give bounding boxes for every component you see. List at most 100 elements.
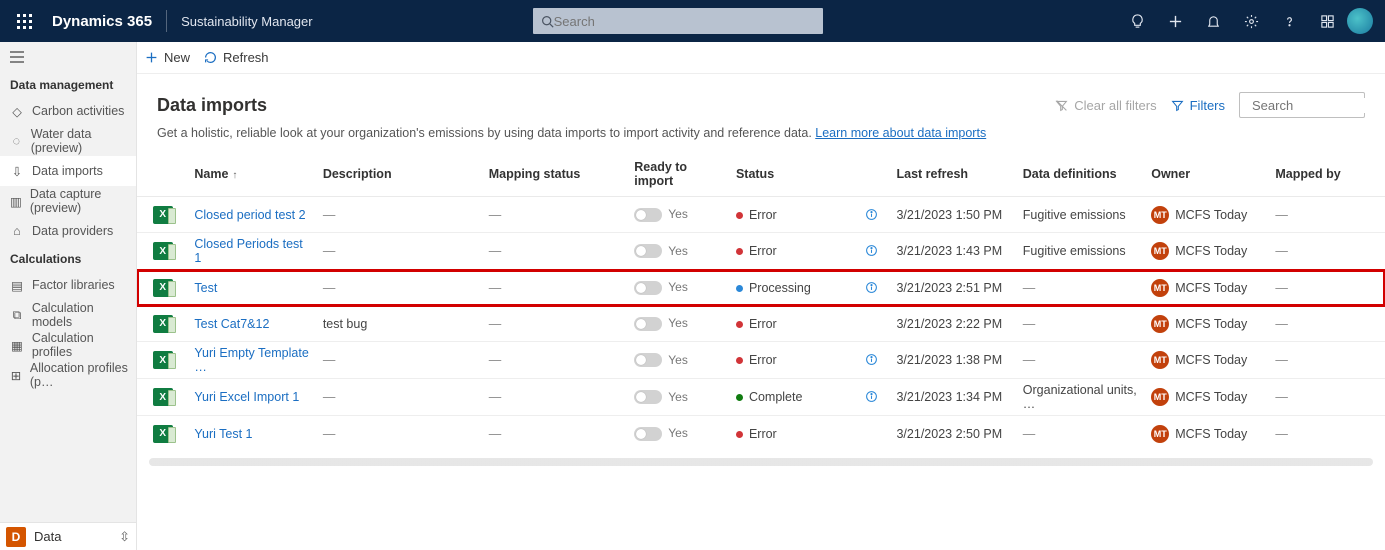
user-avatar[interactable] — [1347, 8, 1373, 34]
plus-icon[interactable] — [1157, 3, 1193, 39]
status-label: Error — [749, 427, 777, 441]
alloc-icon: ⊞ — [10, 368, 22, 382]
nav-alloc-profiles[interactable]: ⊞Allocation profiles (p… — [0, 360, 136, 390]
table-row[interactable]: XYuri Test 1——YesError3/21/2023 2:50 PM—… — [137, 416, 1385, 452]
chevron-updown-icon: ⇳ — [119, 529, 130, 545]
horizontal-scrollbar[interactable] — [149, 458, 1373, 466]
app-launcher-icon[interactable] — [6, 3, 42, 39]
nav-calc-models[interactable]: ⧉Calculation models — [0, 300, 136, 330]
ready-toggle[interactable] — [634, 317, 662, 331]
sort-asc-icon: ↑ — [232, 170, 237, 181]
table-row[interactable]: XTest Cat7&12test bug—YesError3/21/2023 … — [137, 306, 1385, 342]
owner-chip[interactable]: MTMCFS Today — [1151, 206, 1247, 224]
status-dot — [736, 285, 743, 292]
grid-search[interactable] — [1239, 92, 1365, 118]
row-name-link[interactable]: Closed period test 2 — [194, 208, 305, 222]
new-button[interactable]: New — [145, 50, 190, 65]
owner-label: MCFS Today — [1175, 208, 1247, 222]
info-icon[interactable] — [865, 353, 878, 366]
nav-data-imports[interactable]: ⇩Data imports — [0, 156, 136, 186]
import-icon: ⇩ — [10, 164, 24, 178]
command-bar: New Refresh — [137, 42, 1385, 74]
top-bar: Dynamics 365 Sustainability Manager — [0, 0, 1385, 42]
excel-icon: X — [153, 206, 173, 224]
col-mapping[interactable]: Mapping status — [483, 152, 629, 197]
owner-chip[interactable]: MTMCFS Today — [1151, 425, 1247, 443]
info-icon[interactable] — [865, 244, 878, 257]
cell-dash: — — [1023, 317, 1036, 331]
table-row[interactable]: XClosed Periods test 1——YesError3/21/202… — [137, 233, 1385, 270]
grid-icon[interactable] — [1309, 3, 1345, 39]
nav-label: Carbon activities — [32, 104, 124, 118]
col-name[interactable]: Name↑ — [188, 152, 316, 197]
owner-chip[interactable]: MTMCFS Today — [1151, 315, 1247, 333]
lightbulb-icon[interactable] — [1119, 3, 1155, 39]
cell-refresh: 3/21/2023 2:50 PM — [890, 416, 1016, 452]
nav-data-providers[interactable]: ⌂Data providers — [0, 216, 136, 246]
row-name-link[interactable]: Test Cat7&12 — [194, 317, 269, 331]
ready-toggle[interactable] — [634, 244, 662, 258]
nav-calc-profiles[interactable]: ▦Calculation profiles — [0, 330, 136, 360]
help-icon[interactable] — [1271, 3, 1307, 39]
nav-water-data[interactable]: ◌Water data (preview) — [0, 126, 136, 156]
owner-chip[interactable]: MTMCFS Today — [1151, 279, 1247, 297]
row-name-link[interactable]: Yuri Test 1 — [194, 427, 252, 441]
col-mapped[interactable]: Mapped by — [1269, 152, 1385, 197]
row-name-link[interactable]: Yuri Empty Template … — [194, 346, 308, 374]
col-def[interactable]: Data definitions — [1017, 152, 1145, 197]
app-name-label[interactable]: Sustainability Manager — [171, 14, 313, 29]
owner-label: MCFS Today — [1175, 427, 1247, 441]
col-owner[interactable]: Owner — [1145, 152, 1269, 197]
filters-button[interactable]: Filters — [1171, 98, 1225, 113]
gear-icon[interactable] — [1233, 3, 1269, 39]
status-dot — [736, 248, 743, 255]
nav-carbon-activities[interactable]: ◇Carbon activities — [0, 96, 136, 126]
global-search[interactable] — [533, 8, 823, 34]
info-icon[interactable] — [865, 208, 878, 221]
nav-label: Data providers — [32, 224, 113, 238]
table-row[interactable]: XTest——YesProcessing3/21/2023 2:51 PM—MT… — [137, 270, 1385, 306]
col-ready[interactable]: Ready to import — [628, 152, 730, 197]
hamburger-icon[interactable] — [0, 42, 136, 72]
learn-more-link[interactable]: Learn more about data imports — [815, 126, 986, 140]
clear-filters-button[interactable]: Clear all filters — [1055, 98, 1156, 113]
table-row[interactable]: XYuri Empty Template …——YesError3/21/202… — [137, 342, 1385, 379]
cell-dash: — — [323, 427, 336, 441]
row-name-link[interactable]: Closed Periods test 1 — [194, 237, 302, 265]
ready-label: Yes — [668, 426, 688, 440]
row-name-link[interactable]: Yuri Excel Import 1 — [194, 390, 299, 404]
table-row[interactable]: XClosed period test 2——YesError3/21/2023… — [137, 197, 1385, 233]
ready-toggle[interactable] — [634, 281, 662, 295]
row-name-link[interactable]: Test — [194, 281, 217, 295]
info-icon[interactable] — [865, 281, 878, 294]
brand-label[interactable]: Dynamics 365 — [42, 13, 162, 30]
nav-data-capture[interactable]: ▥Data capture (preview) — [0, 186, 136, 216]
refresh-button[interactable]: Refresh — [204, 50, 269, 65]
owner-chip[interactable]: MTMCFS Today — [1151, 388, 1247, 406]
cell-dash: — — [489, 353, 502, 367]
nav-area-switcher[interactable]: D Data ⇳ — [0, 522, 136, 550]
owner-chip[interactable]: MTMCFS Today — [1151, 242, 1247, 260]
data-table: Name↑ Description Mapping status Ready t… — [137, 152, 1385, 550]
grid-search-input[interactable] — [1252, 98, 1385, 113]
nav-factor-libraries[interactable]: ▤Factor libraries — [0, 270, 136, 300]
status-label: Error — [749, 353, 777, 367]
col-file[interactable] — [137, 152, 188, 197]
ready-toggle[interactable] — [634, 353, 662, 367]
owner-chip[interactable]: MTMCFS Today — [1151, 351, 1247, 369]
col-status[interactable]: Status — [730, 152, 891, 197]
status-dot — [736, 212, 743, 219]
ready-toggle[interactable] — [634, 208, 662, 222]
table-row[interactable]: XYuri Excel Import 1——YesComplete3/21/20… — [137, 379, 1385, 416]
clear-filter-icon — [1055, 99, 1068, 112]
global-search-input[interactable] — [554, 14, 815, 29]
col-refresh[interactable]: Last refresh — [890, 152, 1016, 197]
nav-section-data-mgmt: Data management — [0, 72, 136, 96]
ready-toggle[interactable] — [634, 427, 662, 441]
bell-icon[interactable] — [1195, 3, 1231, 39]
col-desc[interactable]: Description — [317, 152, 483, 197]
info-icon[interactable] — [865, 390, 878, 403]
ready-toggle[interactable] — [634, 390, 662, 404]
library-icon: ▤ — [10, 278, 24, 292]
profile-icon: ▦ — [10, 338, 24, 352]
